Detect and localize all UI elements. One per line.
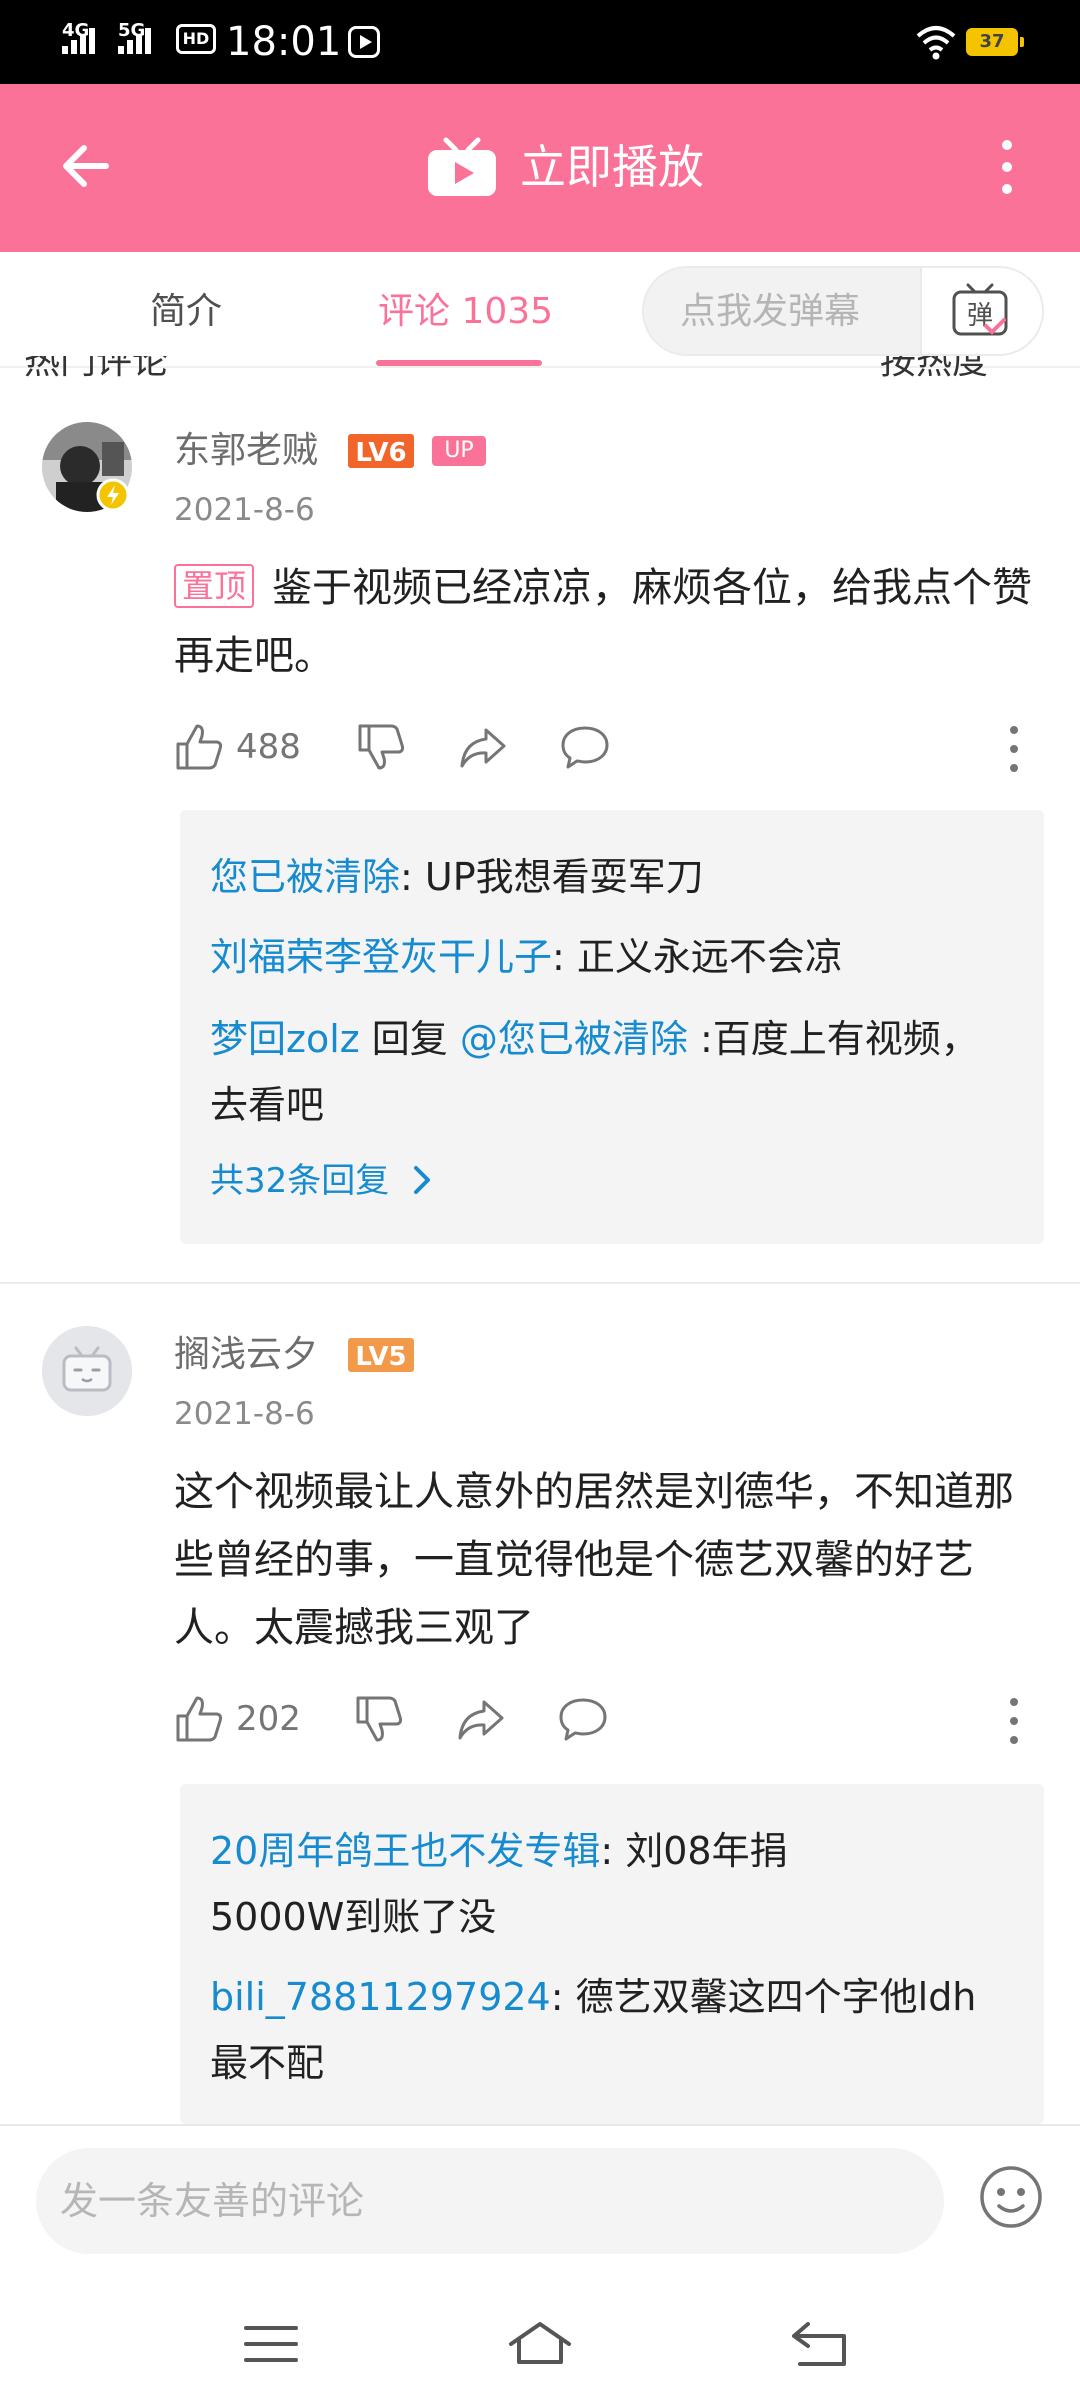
comment-content: 这个视频最让人意外的居然是刘德华，不知道那些曾经的事，一直觉得他是个德艺双馨的好… xyxy=(174,1458,1044,1662)
reply-username[interactable]: 您已被清除 xyxy=(210,855,400,899)
emoji-icon[interactable] xyxy=(978,2164,1044,2230)
reply-line: 您已被清除: UP我想看耍军刀 xyxy=(210,844,1010,910)
wifi-icon xyxy=(916,26,956,60)
battery-indicator: 37 xyxy=(966,28,1024,56)
sort-row: 热门评论 按热度 xyxy=(0,356,1080,384)
comment-compose-bar: 发一条友善的评论 xyxy=(0,2124,1080,2280)
home-icon[interactable] xyxy=(505,2316,575,2372)
recent-apps-icon[interactable] xyxy=(236,2316,306,2372)
dislike-icon[interactable] xyxy=(356,722,406,772)
comment-username[interactable]: 东郭老贼 xyxy=(174,428,318,474)
comment-more-icon[interactable] xyxy=(1010,1698,1020,1744)
up-badge: UP xyxy=(432,436,486,466)
hd-voice-icon: HD xyxy=(176,24,216,54)
comment-date: 2021-8-6 xyxy=(174,1396,315,1432)
reply-connector: 回复 xyxy=(359,1017,460,1061)
like-icon[interactable] xyxy=(174,722,224,772)
like-count: 488 xyxy=(236,727,301,767)
reply-line: 梦回zolz 回复 @您已被清除 :百度上有视频，去看吧 xyxy=(210,1006,1010,1138)
comment-content: 置顶 鉴于视频已经凉凉，麻烦各位，给我点个赞再走吧。 xyxy=(174,554,1044,690)
more-menu-icon[interactable] xyxy=(1002,140,1014,196)
system-navigation-bar xyxy=(0,2280,1080,2400)
comment-input[interactable]: 发一条友善的评论 xyxy=(36,2148,944,2254)
danmu-tv-icon: 弹 xyxy=(952,283,1008,336)
comment-date: 2021-8-6 xyxy=(174,492,315,528)
share-icon[interactable] xyxy=(456,1694,506,1744)
comment-placeholder: 发一条友善的评论 xyxy=(60,2179,365,2223)
reply-username[interactable]: 刘福荣李登灰干儿子 xyxy=(210,935,552,979)
app-header: 立即播放 xyxy=(0,84,1080,252)
reply-preview-box[interactable]: 您已被清除: UP我想看耍军刀 刘福荣李登灰干儿子: 正义永远不会凉 梦回zol… xyxy=(180,810,1044,1244)
back-arrow-icon[interactable] xyxy=(56,136,116,196)
danmu-placeholder: 点我发弹幕 xyxy=(680,291,861,332)
level-badge: LV6 xyxy=(348,434,414,468)
play-now-button[interactable]: 立即播放 xyxy=(520,136,704,198)
clock: 18:01 xyxy=(226,19,342,65)
signal-bars-1-icon xyxy=(62,24,95,54)
hot-comments-label: 热门评论 xyxy=(24,356,169,382)
sort-by-hot-button[interactable]: 按热度 xyxy=(880,356,988,384)
reply-mention[interactable]: @您已被清除 xyxy=(460,1017,688,1061)
comment-text: 鉴于视频已经凉凉，麻烦各位，给我点个赞再走吧。 xyxy=(174,565,1033,679)
system-back-icon[interactable] xyxy=(786,2316,856,2372)
reply-preview-box[interactable]: 20周年鸽王也不发专辑: 刘08年捐5000W到账了没 bili_7881129… xyxy=(180,1784,1044,2124)
chevron-right-icon xyxy=(414,1166,431,1194)
tab-bar: 简介 评论 1035 点我发弹幕 弹 xyxy=(0,252,1080,368)
verified-lightning-icon xyxy=(96,478,130,512)
svg-text:LV6: LV6 xyxy=(355,438,406,468)
signal-bars-2-icon xyxy=(118,24,151,54)
reply-icon[interactable] xyxy=(560,722,610,772)
danmu-toggle-button[interactable]: 弹 xyxy=(920,268,1042,354)
status-bar: 4G 5G HD 18:01 37 xyxy=(0,0,1080,84)
reply-text: : UP我想看耍军刀 xyxy=(400,855,704,899)
pinned-badge: 置顶 xyxy=(174,564,255,608)
reply-username[interactable]: 20周年鸽王也不发专辑 xyxy=(210,1829,600,1873)
like-icon[interactable] xyxy=(174,1694,224,1744)
reply-text: : 正义永远不会凉 xyxy=(552,935,843,979)
reply-username[interactable]: 梦回zolz xyxy=(210,1017,360,1061)
tab-comments[interactable]: 评论 1035 xyxy=(378,282,553,342)
tab-intro[interactable]: 简介 xyxy=(150,282,222,342)
comment-more-icon[interactable] xyxy=(1010,726,1020,772)
reply-line: 20周年鸽王也不发专辑: 刘08年捐5000W到账了没 xyxy=(210,1818,910,1950)
media-play-notification-icon xyxy=(348,26,380,58)
svg-text:LV5: LV5 xyxy=(355,1342,406,1372)
reply-line: bili_78811297924: 德艺双馨这四个字他ldh 最不配 xyxy=(210,1964,990,2096)
avatar[interactable] xyxy=(42,1326,132,1416)
dislike-icon[interactable] xyxy=(354,1694,404,1744)
tv-play-icon[interactable] xyxy=(426,136,498,198)
reply-username[interactable]: bili_78811297924 xyxy=(210,1975,551,2019)
default-avatar-icon xyxy=(42,1326,132,1416)
comment-divider xyxy=(0,1282,1080,1284)
comment-username[interactable]: 搁浅云夕 xyxy=(174,1332,318,1378)
danmu-input[interactable]: 点我发弹幕 弹 xyxy=(642,266,1044,356)
like-count: 202 xyxy=(236,1699,301,1739)
share-icon[interactable] xyxy=(458,722,508,772)
comment-text: 这个视频最让人意外的居然是刘德华，不知道那些曾经的事，一直觉得他是个德艺双馨的好… xyxy=(174,1469,1014,1651)
view-all-replies-link[interactable]: 共32条回复 xyxy=(210,1156,434,1206)
reply-icon[interactable] xyxy=(558,1694,608,1744)
reply-total-label: 共32条回复 xyxy=(210,1161,390,1201)
reply-line: 刘福荣李登灰干儿子: 正义永远不会凉 xyxy=(210,924,1010,990)
level-badge: LV5 xyxy=(348,1338,414,1372)
